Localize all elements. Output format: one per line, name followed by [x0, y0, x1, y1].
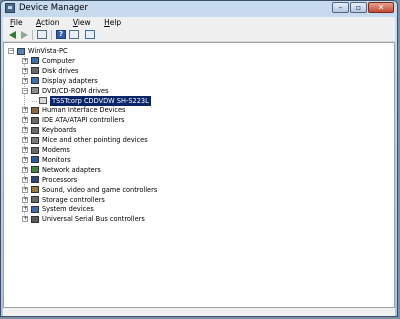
menu-help[interactable]: Help: [97, 17, 125, 28]
expand-icon[interactable]: +: [22, 176, 28, 183]
expand-icon[interactable]: +: [22, 107, 28, 114]
tree-item[interactable]: + Display adapters: [22, 76, 222, 86]
tree-item-label: Keyboards: [42, 126, 77, 135]
dvd-drive-icon: [31, 87, 39, 95]
expand-icon[interactable]: +: [22, 67, 28, 74]
modem-icon: [31, 146, 39, 154]
monitor-icon: [31, 156, 39, 164]
processor-icon: [31, 176, 39, 184]
usb-icon: [31, 215, 39, 223]
hid-icon: [31, 106, 39, 114]
tree-item-label: IDE ATA/ATAPI controllers: [42, 116, 125, 125]
expand-icon[interactable]: +: [22, 127, 28, 134]
keyboard-icon: [31, 126, 39, 134]
expand-icon[interactable]: +: [22, 137, 28, 144]
system-devices-icon: [31, 205, 39, 213]
ide-controller-icon: [31, 116, 39, 124]
tree-item-label: Display adapters: [42, 76, 98, 85]
help-icon[interactable]: ?: [56, 30, 66, 39]
tree-item[interactable]: + Computer: [22, 56, 222, 66]
tree-item[interactable]: − DVD/CD-ROM drives: [22, 86, 222, 96]
forward-arrow-icon[interactable]: [21, 31, 28, 39]
tree-item[interactable]: + Processors: [22, 175, 222, 185]
tree-item-label: Network adapters: [42, 165, 101, 174]
tree-item[interactable]: + System devices: [22, 204, 222, 214]
tree-item[interactable]: + Disk drives: [22, 66, 222, 76]
toolbar-separator: [32, 30, 33, 40]
tree-item-label: Disk drives: [42, 66, 79, 75]
storage-controller-icon: [31, 196, 39, 203]
computer-icon: [31, 57, 39, 65]
expand-icon[interactable]: +: [22, 196, 28, 203]
tree-item[interactable]: + Network adapters: [22, 165, 222, 175]
tree-item[interactable]: + Mice and other pointing devices: [22, 135, 222, 145]
expand-icon[interactable]: +: [22, 57, 28, 64]
tree-item-label: System devices: [42, 205, 94, 214]
sound-icon: [31, 186, 39, 194]
optical-drive-icon: [39, 97, 47, 104]
properties-icon[interactable]: [69, 30, 79, 39]
tree-item[interactable]: + Universal Serial Bus controllers: [22, 214, 222, 224]
minimize-button[interactable]: –: [332, 2, 349, 13]
tree-item[interactable]: + Human Interface Devices: [22, 105, 222, 115]
tree-item[interactable]: + Storage controllers: [22, 195, 222, 205]
device-tree[interactable]: − WinVista-PC + Computer + Disk drives + Displa…: [3, 42, 395, 308]
tree-child-label: TSSTcorp CDDVDW SH-S223L: [50, 95, 151, 106]
toolbar: ?: [3, 28, 395, 42]
display-adapter-icon: [31, 77, 39, 85]
menu-action[interactable]: Action: [29, 17, 64, 28]
tree-item-label: Computer: [42, 56, 75, 65]
expand-icon[interactable]: +: [22, 206, 28, 213]
tree-item-label: Storage controllers: [42, 195, 105, 204]
collapse-icon[interactable]: −: [8, 48, 14, 54]
mouse-icon: [31, 136, 39, 144]
tree-connector: [32, 100, 37, 102]
back-arrow-icon[interactable]: [9, 31, 16, 39]
network-adapter-icon: [31, 166, 39, 174]
expand-icon[interactable]: +: [22, 166, 28, 173]
expand-icon[interactable]: +: [22, 186, 28, 193]
tree-item[interactable]: + Modems: [22, 145, 222, 155]
tree-item-label: Human Interface Devices: [42, 106, 126, 115]
device-manager-window: Device Manager – ▫ ✕ File Action View He…: [0, 0, 398, 317]
tree-item-label: DVD/CD-ROM drives: [42, 86, 109, 95]
expand-icon[interactable]: +: [22, 77, 28, 84]
maximize-button[interactable]: ▫: [350, 2, 367, 13]
status-bar: [3, 308, 395, 316]
tree-child-item[interactable]: TSSTcorp CDDVDW SH-S223L: [32, 95, 204, 106]
computer-icon: [17, 47, 25, 55]
tree-item[interactable]: + Monitors: [22, 155, 222, 165]
tree-item[interactable]: + Sound, video and game controllers: [22, 185, 222, 195]
show-hide-console-tree-icon[interactable]: [37, 30, 47, 39]
device-manager-app-icon: [5, 3, 15, 13]
tree-item-label: Modems: [42, 146, 70, 154]
menu-file[interactable]: File: [3, 17, 27, 28]
scan-hardware-icon[interactable]: [85, 30, 95, 39]
tree-item-label: Monitors: [42, 155, 71, 164]
tree-item-label: Processors: [42, 175, 78, 184]
expand-icon[interactable]: +: [22, 156, 28, 163]
expand-icon[interactable]: +: [22, 147, 28, 153]
expand-icon[interactable]: +: [22, 216, 28, 223]
menu-bar: File Action View Help: [3, 17, 395, 28]
toolbar-separator: [51, 30, 52, 40]
expand-icon[interactable]: +: [22, 117, 28, 124]
tree-item-label: Mice and other pointing devices: [42, 136, 148, 145]
collapse-icon[interactable]: −: [22, 87, 28, 94]
tree-item[interactable]: + IDE ATA/ATAPI controllers: [22, 115, 222, 125]
tree-item-label: Universal Serial Bus controllers: [42, 215, 145, 224]
disk-drive-icon: [31, 67, 39, 75]
tree-root-computer[interactable]: − WinVista-PC: [8, 46, 128, 56]
tree-item-label: Sound, video and game controllers: [42, 185, 158, 194]
close-button[interactable]: ✕: [368, 2, 394, 13]
title-bar[interactable]: Device Manager – ▫ ✕: [1, 1, 397, 17]
window-title: Device Manager: [19, 3, 89, 13]
tree-item[interactable]: + Keyboards: [22, 125, 222, 135]
tree-root-label: WinVista-PC: [28, 47, 68, 55]
menu-view[interactable]: View: [66, 17, 95, 28]
